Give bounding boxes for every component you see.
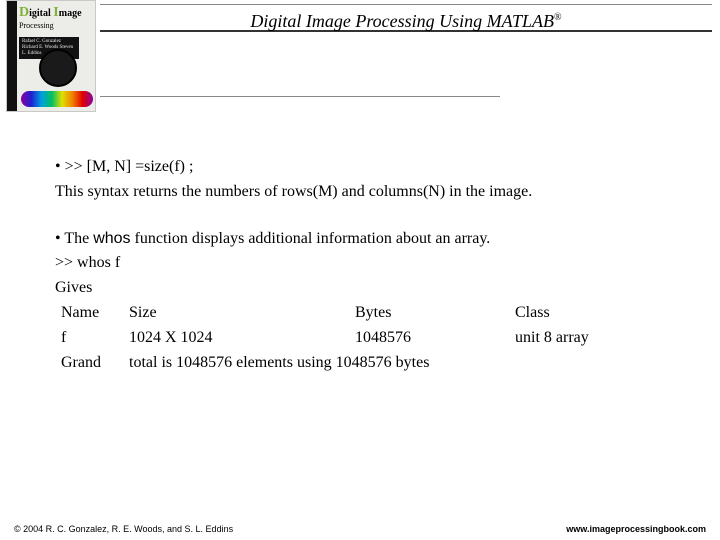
grand-total-text: total is 1048576 elements using 1048576 … xyxy=(129,351,690,376)
code-size: >> [M, N] =size(f) ; xyxy=(65,158,194,175)
page-title: Digital Image Processing Using MATLAB® xyxy=(100,4,712,32)
book-cover-thumbnail: Digital Image Processing Rafael C. Gonza… xyxy=(6,0,96,112)
slide-body: • >> [M, N] =size(f) ; This syntax retur… xyxy=(55,155,690,375)
fingerprint-icon xyxy=(39,49,77,87)
whos-total-row: Grand total is 1048576 elements using 10… xyxy=(55,351,690,376)
slide-header: Digital Image Processing Rafael C. Gonza… xyxy=(0,0,720,115)
whos-data-row: f 1024 X 1024 1048576 unit 8 array xyxy=(55,326,690,351)
size-explanation: This syntax returns the numbers of rows(… xyxy=(55,180,690,205)
code-whos: >> whos f xyxy=(55,251,690,276)
whos-explanation: function displays additional information… xyxy=(131,230,491,247)
bullet-marker: • xyxy=(55,158,65,175)
whos-keyword: whos xyxy=(93,230,130,247)
var-name: f xyxy=(55,326,129,351)
whos-header-row: Name Size Bytes Class xyxy=(55,301,690,326)
title-text: Digital Image Processing Using MATLAB xyxy=(250,11,554,31)
bullet-marker: • The xyxy=(55,230,93,247)
col-size-header: Size xyxy=(129,301,355,326)
book-title-mage: mage xyxy=(59,8,82,19)
slide-footer: © 2004 R. C. Gonzalez, R. E. Woods, and … xyxy=(0,524,720,534)
registered-mark: ® xyxy=(554,12,562,23)
book-title-line1: Digital Image xyxy=(19,5,82,21)
bullet-whos: • The whos function displays additional … xyxy=(55,227,690,252)
header-rule xyxy=(100,96,500,97)
website-url: www.imageprocessingbook.com xyxy=(566,524,706,534)
bullet-size: • >> [M, N] =size(f) ; xyxy=(55,155,690,180)
var-bytes: 1048576 xyxy=(355,326,515,351)
gives-label: Gives xyxy=(55,276,690,301)
book-title-d: D xyxy=(19,5,29,20)
var-class: unit 8 array xyxy=(515,326,690,351)
book-title-igital: igital xyxy=(29,8,51,19)
col-name-header: Name xyxy=(55,301,129,326)
copyright-text: © 2004 R. C. Gonzalez, R. E. Woods, and … xyxy=(14,524,233,534)
grand-label: Grand xyxy=(55,351,129,376)
rainbow-bar-icon xyxy=(21,91,93,107)
var-size: 1024 X 1024 xyxy=(129,326,355,351)
col-class-header: Class xyxy=(515,301,690,326)
book-subtitle: Processing xyxy=(19,21,54,30)
book-spine xyxy=(7,1,17,111)
col-bytes-header: Bytes xyxy=(355,301,515,326)
